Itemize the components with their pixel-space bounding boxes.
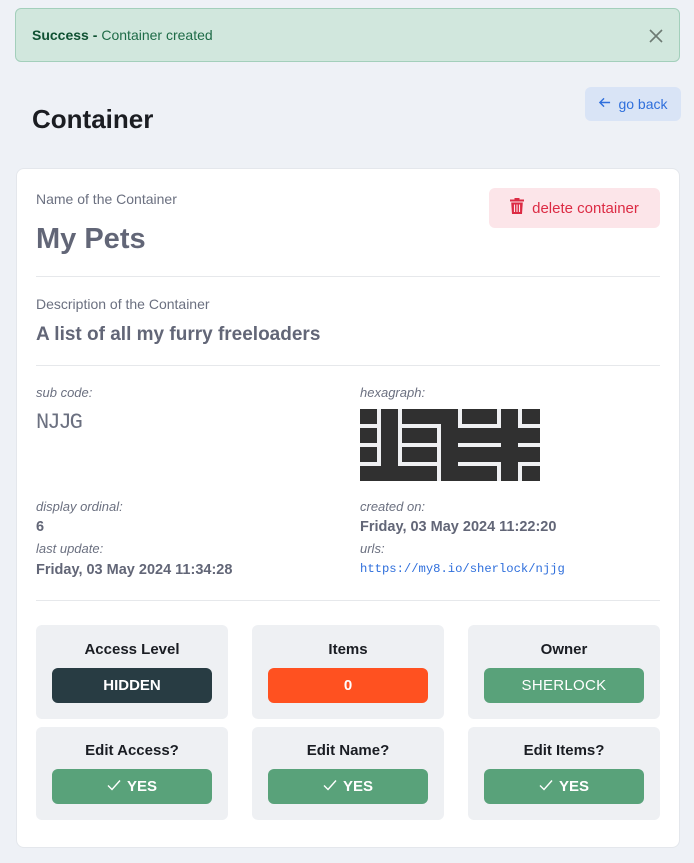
display-ordinal-value: 6 (36, 519, 45, 535)
name-label: Name of the Container (36, 191, 177, 207)
stat-card-access-level: Access Level HIDDEN (36, 625, 228, 719)
last-update-label: last update: (36, 541, 104, 556)
edit-items-badge: YES (484, 769, 644, 804)
container-name: My Pets (36, 223, 146, 255)
sub-code-label: sub code: (36, 385, 93, 400)
stat-title: Items (328, 641, 368, 658)
stat-card-items: Items 0 (252, 625, 444, 719)
check-icon (323, 778, 337, 795)
badge-value: YES (342, 778, 373, 795)
badge-value: 0 (343, 677, 353, 694)
stat-card-edit-name: Edit Name? YES (252, 727, 444, 820)
page-title: Container (32, 104, 154, 134)
trash-icon (510, 198, 525, 218)
divider (36, 276, 660, 277)
stat-card-edit-access: Edit Access? YES (36, 727, 228, 820)
stat-title: Access Level (84, 641, 180, 658)
edit-name-badge: YES (268, 769, 428, 804)
last-update-value: Friday, 03 May 2024 11:34:28 (36, 562, 233, 578)
badge-value: HIDDEN (103, 677, 161, 694)
display-ordinal-label: display ordinal: (36, 499, 123, 514)
urls-label: urls: (360, 541, 385, 556)
stat-card-edit-items: Edit Items? YES (468, 727, 660, 820)
badge-value: YES (558, 778, 589, 795)
alert-message: Container created (101, 27, 213, 43)
access-level-badge: HIDDEN (52, 668, 212, 703)
sub-code-value: NJJG (36, 410, 83, 435)
go-back-label: go back (618, 96, 668, 112)
alert-title: Success - (32, 27, 98, 43)
edit-access-badge: YES (52, 769, 212, 804)
close-icon[interactable] (648, 28, 664, 44)
delete-container-label: delete container (532, 199, 639, 217)
go-back-button[interactable]: go back (585, 87, 681, 121)
badge-value: YES (126, 778, 157, 795)
divider (36, 365, 660, 366)
container-url-link[interactable]: https://my8.io/sherlock/njjg (360, 561, 565, 577)
success-alert: Success - Container created (15, 8, 680, 62)
divider (36, 600, 660, 601)
items-count-badge: 0 (268, 668, 428, 703)
stat-title: Edit Access? (85, 742, 179, 759)
stat-title: Edit Name? (306, 742, 390, 759)
created-on-value: Friday, 03 May 2024 11:22:20 (360, 519, 557, 535)
badge-value: SHERLOCK (521, 677, 607, 694)
check-icon (107, 778, 121, 795)
hexagraph-image (360, 409, 540, 481)
stat-title: Owner (540, 641, 588, 658)
hexagraph-label: hexagraph: (360, 385, 426, 400)
description-label: Description of the Container (36, 296, 210, 312)
stat-title: Edit Items? (523, 742, 605, 759)
delete-container-button[interactable]: delete container (489, 188, 660, 228)
container-description: A list of all my furry freeloaders (36, 324, 321, 345)
arrow-left-icon (598, 96, 611, 112)
check-icon (539, 778, 553, 795)
owner-badge: SHERLOCK (484, 668, 644, 703)
created-on-label: created on: (360, 499, 426, 514)
stat-card-owner: Owner SHERLOCK (468, 625, 660, 719)
